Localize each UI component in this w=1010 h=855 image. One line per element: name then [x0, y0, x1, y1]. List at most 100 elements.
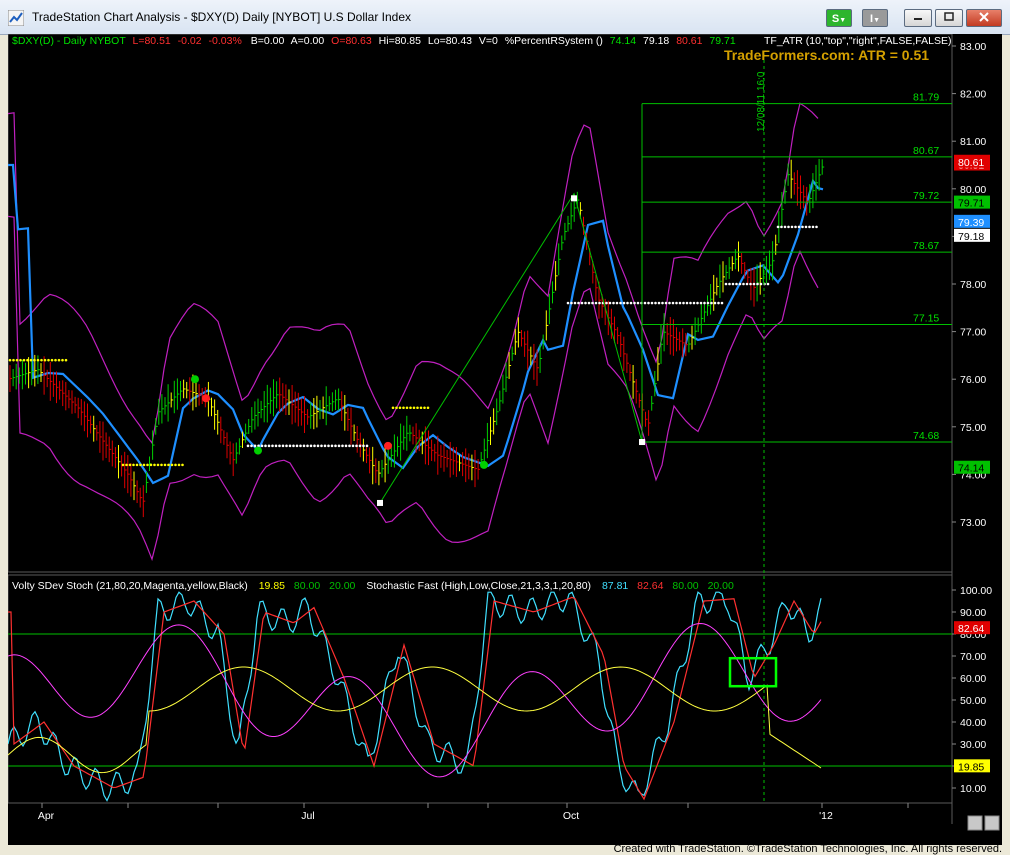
stop-dot — [647, 301, 650, 305]
dropdown-arrow-icon: ▼ — [873, 17, 880, 24]
stop-dot — [316, 444, 320, 448]
maximize-button[interactable] — [935, 9, 963, 27]
stop-dot — [341, 444, 344, 448]
stop-dot — [167, 463, 170, 467]
price-tick-label: 81.00 — [960, 136, 986, 148]
stop-dot — [299, 444, 302, 448]
stop-dot — [706, 301, 710, 305]
stop-dot — [745, 282, 749, 286]
stop-dot — [163, 463, 167, 467]
stop-dot — [756, 282, 759, 286]
stop-dot — [587, 301, 591, 305]
stop-dot — [22, 358, 26, 362]
signal-dot — [202, 394, 210, 403]
time-tick-label: Jul — [301, 810, 314, 822]
stop-dot — [622, 301, 626, 305]
stop-dot — [423, 406, 426, 410]
osc-tag-label: 19.85 — [958, 761, 984, 773]
stop-dot — [742, 282, 745, 286]
stop-dot — [362, 444, 365, 448]
app-window: TradeStation Chart Analysis - $DXY(D) Da… — [0, 0, 1010, 855]
stop-dot — [416, 406, 419, 410]
dropdown-arrow-icon: ▼ — [839, 17, 847, 24]
osc-tick-label: 30.00 — [960, 739, 986, 751]
signal-dot — [191, 375, 199, 384]
symbol-link-button[interactable]: S▼ — [826, 9, 852, 27]
stop-dot — [735, 282, 738, 286]
stop-dot — [654, 301, 657, 305]
price-tick-label: 83.00 — [960, 41, 986, 53]
stop-dot — [302, 444, 306, 448]
resize-grip-icon[interactable] — [984, 815, 1000, 831]
osc-tick-label: 50.00 — [960, 695, 986, 707]
price-tick-label: 82.00 — [960, 89, 986, 101]
stop-dot — [50, 358, 54, 362]
stop-dot — [570, 301, 573, 305]
stop-dot — [142, 463, 146, 467]
stop-dot — [815, 225, 818, 229]
stop-dot — [128, 463, 132, 467]
stop-dot — [675, 301, 678, 305]
stop-dot — [426, 406, 430, 410]
time-tick-label: '12 — [819, 810, 833, 822]
stop-dot — [125, 463, 128, 467]
stop-dot — [752, 282, 756, 286]
stop-dot — [181, 463, 184, 467]
fib-level-label: 78.67 — [913, 240, 939, 252]
chart-canvas[interactable]: 81.79 80.67 79.72 78.67 77.15 74.68 $DXY(D) -… — [7, 33, 1002, 845]
stop-dot — [591, 301, 594, 305]
stop-dot — [682, 301, 685, 305]
stop-dot — [323, 444, 327, 448]
stop-dot — [288, 444, 292, 448]
price-tag-label: 79.71 — [958, 198, 984, 210]
stop-dot — [790, 225, 794, 229]
stop-dot — [678, 301, 682, 305]
interval-link-button[interactable]: I▼ — [862, 9, 888, 27]
stop-dot — [728, 282, 731, 286]
stop-dot — [348, 444, 351, 448]
stop-dot — [797, 225, 801, 229]
zoom-icon[interactable] — [967, 815, 983, 831]
stop-dot — [717, 301, 720, 305]
stop-dot — [337, 444, 341, 448]
fib-level-label: 80.67 — [913, 145, 939, 157]
stop-dot — [629, 301, 633, 305]
stop-dot — [811, 225, 815, 229]
stop-dot — [580, 301, 584, 305]
stop-dot — [391, 406, 395, 410]
stop-dot — [801, 225, 804, 229]
stop-dot — [8, 358, 12, 362]
stop-dot — [699, 301, 703, 305]
stop-dot — [278, 444, 281, 448]
stop-dot — [285, 444, 288, 448]
stop-dot — [398, 406, 402, 410]
stop-dot — [121, 463, 125, 467]
stop-dot — [710, 301, 713, 305]
close-icon — [979, 12, 989, 22]
minimize-button[interactable] — [904, 9, 932, 27]
tradeformers-atr-text: TradeFormers.com: ATR = 0.51 — [724, 47, 929, 63]
chart-area[interactable]: 81.79 80.67 79.72 78.67 77.15 74.68 $DXY(D) -… — [7, 33, 1002, 845]
window-title: TradeStation Chart Analysis - $DXY(D) Da… — [32, 10, 412, 24]
stop-dot — [334, 444, 337, 448]
stop-dot — [584, 301, 587, 305]
osc-tag-label: 82.64 — [958, 623, 984, 635]
footer: Created with TradeStation. ©TradeStation… — [0, 843, 1010, 855]
stop-dot — [685, 301, 689, 305]
header-readout: $DXY(D) - Daily NYBOT L=80.51 -0.02 -0.0… — [12, 35, 736, 47]
osc-tick-label: 100.00 — [960, 585, 992, 597]
minimize-icon — [914, 18, 922, 20]
price-tick-label: 73.00 — [960, 517, 986, 529]
stop-dot — [19, 358, 22, 362]
price-tag-label: 80.61 — [958, 157, 984, 169]
stop-dot — [153, 463, 156, 467]
price-tick-label: 75.00 — [960, 422, 986, 434]
stop-dot — [177, 463, 181, 467]
close-button[interactable] — [966, 9, 1002, 27]
stop-dot — [619, 301, 622, 305]
stop-dot — [724, 282, 728, 286]
osc-tick-label: 40.00 — [960, 717, 986, 729]
stop-dot — [759, 282, 763, 286]
price-tag-label: 79.18 — [958, 231, 984, 243]
stop-dot — [766, 282, 770, 286]
